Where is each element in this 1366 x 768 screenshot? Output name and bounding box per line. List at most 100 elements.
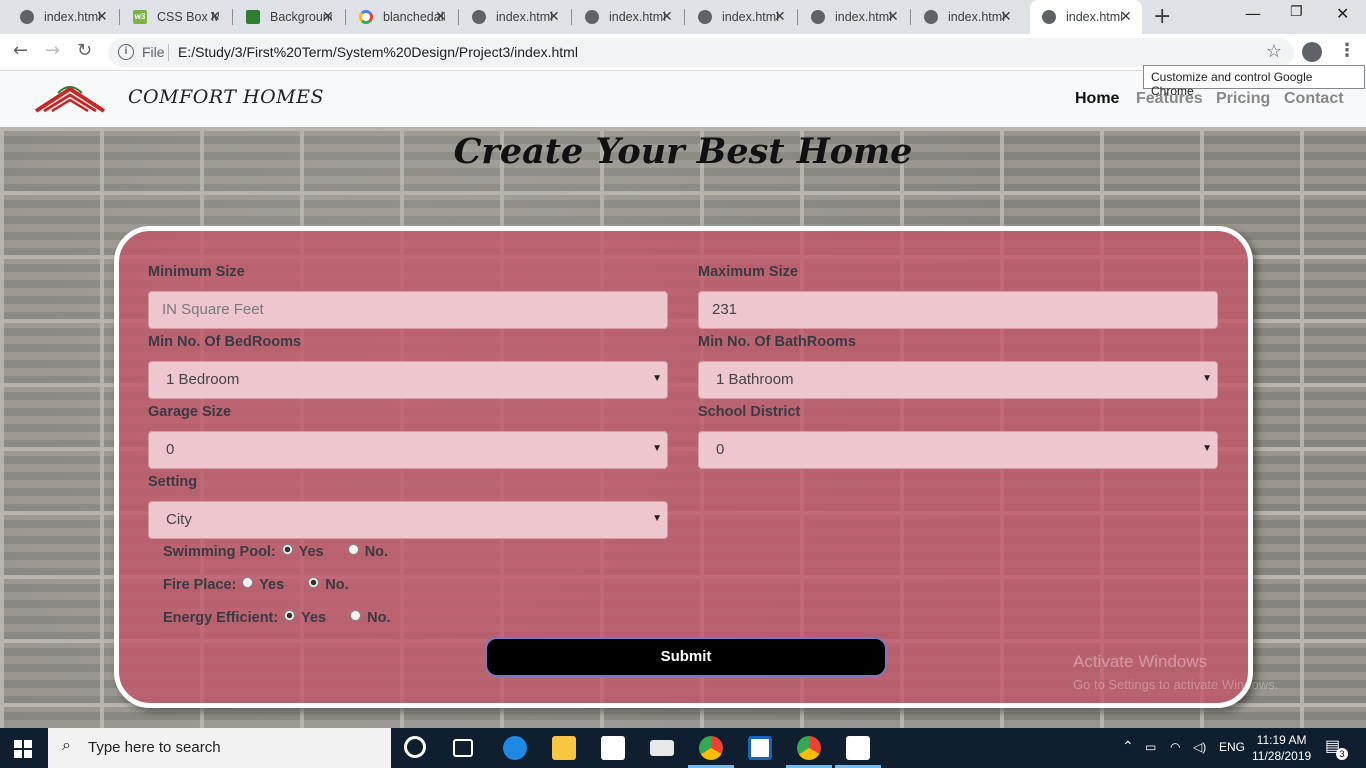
energy-yes-radio[interactable] — [284, 610, 296, 621]
select-value: 1 Bedroom — [166, 371, 240, 388]
page-title: Create Your Best Home — [453, 131, 913, 172]
roof-logo-icon[interactable] — [34, 83, 106, 115]
battery-icon[interactable]: ▭ — [1145, 740, 1156, 754]
energy-efficient-row: Energy Efficient: Yes No. — [163, 610, 390, 626]
nav-home[interactable]: Home — [1075, 90, 1119, 108]
dropdown-arrow-icon: ▼ — [652, 373, 662, 384]
close-icon[interactable]: ✕ — [548, 8, 560, 25]
globe-icon — [811, 10, 825, 24]
volume-icon[interactable]: ◁) — [1193, 740, 1206, 754]
brand-name[interactable]: COMFORT HOMES — [128, 86, 324, 108]
forward-button[interactable]: → — [45, 40, 60, 61]
min-size-label: Minimum Size — [148, 264, 245, 280]
select-value: 1 Bathroom — [716, 371, 794, 388]
submit-button[interactable]: Submit — [485, 637, 887, 677]
clock[interactable]: 11:19 AM 11/28/2019 — [1252, 732, 1311, 764]
pool-yes-radio[interactable] — [281, 544, 293, 555]
close-icon[interactable]: ✕ — [1000, 8, 1012, 25]
no-label: No. — [364, 544, 389, 560]
bedrooms-select[interactable]: 1 Bedroom ▼ — [148, 361, 668, 399]
chevron-up-icon[interactable]: ⌃ — [1122, 738, 1134, 755]
store-icon[interactable] — [601, 736, 625, 760]
tab-index-active[interactable]: index.html ✕ — [1030, 0, 1142, 34]
chrome-menu-icon[interactable]: ⋮ — [1338, 40, 1356, 61]
photos-icon[interactable] — [846, 736, 870, 760]
setting-select[interactable]: City ▼ — [148, 501, 668, 539]
max-size-input[interactable]: 231 — [698, 291, 1218, 329]
account-icon[interactable] — [1302, 42, 1322, 62]
tab-index-7[interactable]: index.html ✕ — [678, 0, 798, 34]
info-icon[interactable]: i — [118, 44, 134, 60]
nav-pricing[interactable]: Pricing — [1216, 90, 1270, 108]
setting-label: Setting — [148, 474, 198, 490]
w3-icon: w3 — [133, 10, 147, 24]
bookmark-star-icon[interactable]: ☆ — [1266, 41, 1282, 62]
url-text[interactable]: E:/Study/3/First%20Term/System%20Design/… — [178, 44, 578, 60]
yes-label: Yes — [259, 577, 285, 593]
wifi-icon[interactable]: ◠ — [1170, 740, 1180, 754]
restore-button[interactable]: ❐ — [1290, 4, 1303, 20]
close-icon[interactable]: ✕ — [435, 8, 447, 25]
energy-label: Energy Efficient: — [163, 610, 279, 626]
close-icon[interactable]: ✕ — [774, 8, 786, 25]
time: 11:19 AM — [1256, 733, 1307, 747]
windows-start-icon[interactable] — [14, 740, 32, 758]
bathrooms-select[interactable]: 1 Bathroom ▼ — [698, 361, 1218, 399]
activate-windows-watermark: Activate Windows — [1073, 652, 1208, 671]
edge-icon[interactable] — [503, 736, 527, 760]
bathrooms-label: Min No. Of BathRooms — [698, 334, 856, 350]
tab-index-5[interactable]: index.html ✕ — [452, 0, 572, 34]
nav-contact[interactable]: Contact — [1284, 90, 1344, 108]
globe-icon — [698, 10, 712, 24]
garage-select[interactable]: 0 ▼ — [148, 431, 668, 469]
pool-no-radio[interactable] — [347, 544, 359, 555]
close-icon[interactable]: ✕ — [209, 8, 221, 25]
garage-label: Garage Size — [148, 404, 232, 420]
reload-button[interactable]: ↻ — [77, 40, 92, 61]
app-icon[interactable] — [748, 736, 772, 760]
new-tab-button[interactable]: + — [1153, 4, 1171, 29]
windows-taskbar: ⌕ Type here to search ⌃ ▭ ◠ ◁) ENG 11:19… — [0, 728, 1366, 768]
close-icon[interactable]: ✕ — [661, 8, 673, 25]
min-size-input[interactable]: IN Square Feet — [148, 291, 668, 329]
tab-index-9[interactable]: index.html ✕ — [904, 0, 1024, 34]
globe-icon — [472, 10, 486, 24]
back-button[interactable]: ← — [13, 40, 28, 61]
fire-place-row: Fire Place: Yes No. — [163, 577, 349, 593]
activate-windows-subtitle: Go to Settings to activate Windows. — [1073, 677, 1279, 692]
tab-css-box-model[interactable]: w3CSS Box Model✕ — [113, 0, 233, 34]
fireplace-yes-radio[interactable] — [242, 577, 254, 588]
tooltip: Customize and control Google Chrome — [1143, 65, 1365, 98]
close-icon[interactable]: ✕ — [96, 8, 108, 25]
dropdown-arrow-icon: ▼ — [652, 443, 662, 454]
select-value: 0 — [716, 441, 725, 458]
tab-blanchedalmond[interactable]: blanchedalmond✕ — [339, 0, 459, 34]
address-bar[interactable]: i File E:/Study/3/First%20Term/System%20… — [108, 38, 1294, 67]
tab-background[interactable]: Background ✕ — [226, 0, 346, 34]
school-district-select[interactable]: 0 ▼ — [698, 431, 1218, 469]
chrome-active-icon[interactable] — [797, 736, 821, 760]
tab-index-6[interactable]: index.html ✕ — [565, 0, 685, 34]
fireplace-no-radio[interactable] — [308, 577, 320, 588]
close-icon[interactable]: ✕ — [887, 8, 899, 25]
select-value: 0 — [166, 441, 175, 458]
fireplace-label: Fire Place: — [163, 577, 237, 593]
file-explorer-icon[interactable] — [552, 736, 576, 760]
language-indicator[interactable]: ENG — [1219, 740, 1245, 754]
close-window-button[interactable]: ✕ — [1336, 4, 1349, 23]
tab-index-1[interactable]: index.html ✕ — [0, 0, 120, 34]
taskbar-search[interactable]: ⌕ Type here to search — [48, 728, 391, 768]
energy-no-radio[interactable] — [350, 610, 362, 621]
cortana-icon[interactable] — [404, 736, 426, 758]
mail-icon[interactable] — [650, 740, 674, 756]
close-icon[interactable]: ✕ — [322, 8, 334, 25]
globe-icon — [924, 10, 938, 24]
max-size-label: Maximum Size — [698, 264, 798, 280]
tab-index-8[interactable]: index.html ✕ — [791, 0, 911, 34]
school-district-label: School District — [698, 404, 801, 420]
task-view-icon[interactable] — [453, 739, 473, 757]
tab-title: index.html — [1066, 10, 1123, 24]
close-icon[interactable]: ✕ — [1120, 8, 1132, 25]
minimize-button[interactable]: — — [1245, 4, 1261, 23]
chrome-icon[interactable] — [699, 736, 723, 760]
